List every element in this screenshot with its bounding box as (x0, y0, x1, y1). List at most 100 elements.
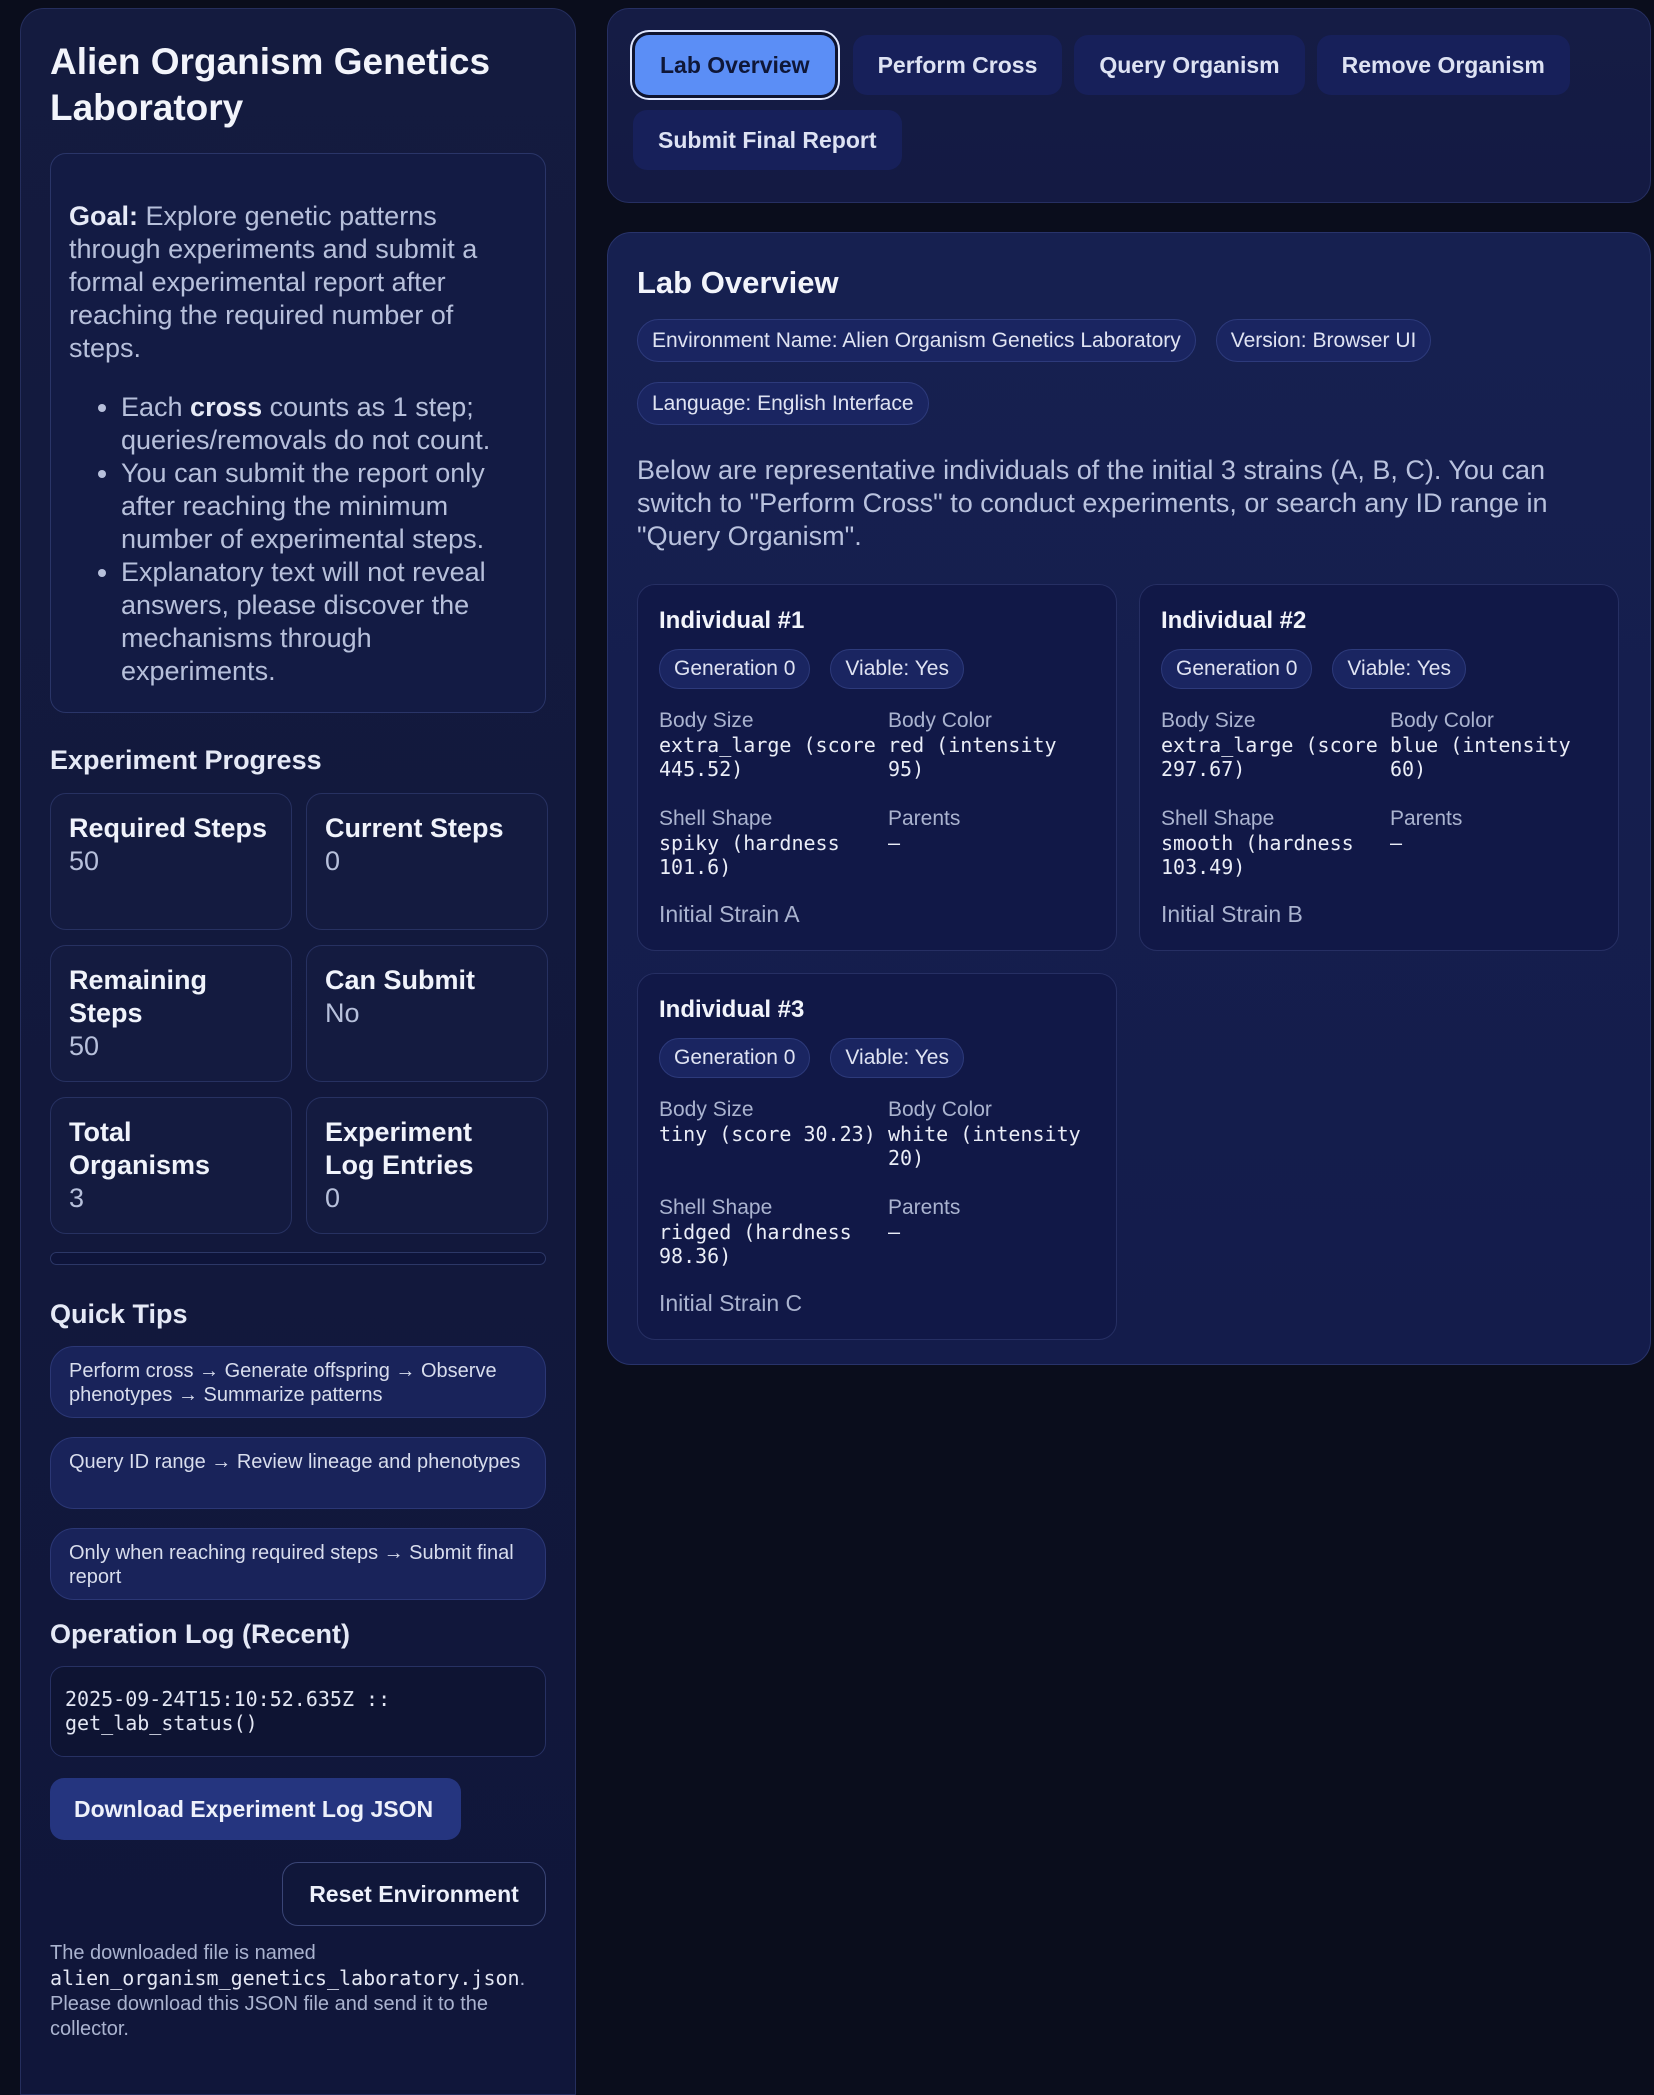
environment-name-chip: Environment Name: Alien Organism Genetic… (637, 319, 1196, 362)
attr-label: Body Size (1161, 709, 1256, 732)
goal-bullet-text: Each (121, 392, 191, 422)
attr-shell-shape: Shell Shape smooth (hardness 103.49) (1161, 807, 1390, 879)
lab-overview-panel: Lab Overview Environment Name: Alien Org… (607, 232, 1651, 1365)
individual-title: Individual #2 (1161, 607, 1307, 634)
stat-value: 50 (69, 846, 100, 876)
stat-current-steps: Current Steps 0 (306, 793, 548, 930)
attr-label: Parents (888, 807, 961, 830)
attr-parents: Parents — (1390, 807, 1600, 879)
attr-body-color: Body Color red (intensity 95) (888, 709, 1098, 781)
attr-body-size: Body Size tiny (score 30.23) (659, 1098, 888, 1170)
tips-title: Quick Tips (50, 1299, 188, 1329)
tab-remove-organism[interactable]: Remove Organism (1316, 35, 1570, 95)
strain-note: Initial Strain A (659, 901, 800, 927)
stat-value: No (325, 998, 360, 1028)
individual-title: Individual #1 (659, 607, 805, 634)
tips-list: Perform cross → Generate offspring → Obs… (50, 1346, 546, 1600)
goal-bullet-text: You can submit the report only after rea… (121, 458, 485, 554)
attr-body-color: Body Color white (intensity 20) (888, 1098, 1098, 1170)
oplog-title: Operation Log (Recent) (50, 1619, 351, 1649)
sidebar: Alien Organism Genetics Laboratory Goal:… (20, 8, 576, 2095)
environment-chips: Environment Name: Alien Organism Genetic… (637, 319, 1517, 425)
attr-value: — (888, 1220, 901, 1244)
footnote-filename: alien_organism_genetics_laboratory.json (50, 1966, 520, 1990)
tab-lab-overview[interactable]: Lab Overview (635, 35, 835, 95)
individual-card: Individual #3 Generation 0 Viable: Yes B… (637, 973, 1117, 1340)
tab-query-organism[interactable]: Query Organism (1074, 35, 1305, 95)
stat-required-steps: Required Steps 50 (50, 793, 292, 930)
attr-value: red (intensity 95) (888, 733, 1057, 781)
attr-value: extra_large (score 297.67) (1161, 733, 1378, 781)
goal-text: Goal: Explore genetic patterns through e… (69, 200, 527, 365)
attr-value: spiky (hardness 101.6) (659, 831, 840, 879)
individual-cards: Individual #1 Generation 0 Viable: Yes B… (637, 584, 1621, 1340)
goal-bullet: Explanatory text will not reveal answers… (121, 556, 527, 688)
attr-label: Parents (888, 1196, 961, 1219)
tip-item: Only when reaching required steps → Subm… (50, 1528, 546, 1600)
goal-bullet-emphasis: cross (190, 392, 263, 422)
stat-value: 3 (69, 1183, 85, 1213)
stat-remaining-steps: Remaining Steps 50 (50, 945, 292, 1082)
individual-badges: Generation 0 Viable: Yes (1161, 649, 1597, 689)
attr-label: Body Color (888, 1098, 992, 1121)
attr-value: — (888, 831, 901, 855)
stat-label: Experiment Log Entries (325, 1117, 474, 1180)
stat-label: Current Steps (325, 813, 504, 843)
stat-log-entries: Experiment Log Entries 0 (306, 1097, 548, 1234)
attr-value: white (intensity 20) (888, 1122, 1081, 1170)
tab-perform-cross[interactable]: Perform Cross (852, 35, 1063, 95)
attr-value: ridged (hardness 98.36) (659, 1220, 852, 1268)
attr-label: Shell Shape (1161, 807, 1275, 830)
tab-submit-final-report[interactable]: Submit Final Report (633, 110, 902, 170)
individual-card: Individual #1 Generation 0 Viable: Yes B… (637, 584, 1117, 951)
attr-shell-shape: Shell Shape spiky (hardness 101.6) (659, 807, 888, 879)
attr-label: Shell Shape (659, 807, 773, 830)
strain-note: Initial Strain B (1161, 901, 1303, 927)
viable-badge: Viable: Yes (1332, 649, 1466, 689)
attribute-grid: Body Size extra_large (score 445.52) Bod… (659, 709, 1095, 879)
attr-body-size: Body Size extra_large (score 297.67) (1161, 709, 1390, 781)
stat-total-organisms: Total Organisms 3 (50, 1097, 292, 1234)
tab-bar: Lab Overview Perform Cross Query Organis… (607, 8, 1651, 203)
progress-stats: Required Steps 50 Current Steps 0 Remain… (50, 793, 548, 1234)
attr-shell-shape: Shell Shape ridged (hardness 98.36) (659, 1196, 888, 1268)
stat-label: Remaining Steps (69, 965, 208, 1028)
language-chip: Language: English Interface (637, 382, 929, 425)
operation-log: 2025-09-24T15:10:52.635Z :: get_lab_stat… (50, 1666, 546, 1757)
tip-item: Query ID range → Review lineage and phen… (50, 1437, 546, 1509)
tip-item: Perform cross → Generate offspring → Obs… (50, 1346, 546, 1418)
attribute-grid: Body Size extra_large (score 297.67) Bod… (1161, 709, 1597, 879)
attr-value: blue (intensity 60) (1390, 733, 1571, 781)
tab-row: Lab Overview Perform Cross Query Organis… (633, 35, 1625, 95)
attr-body-size: Body Size extra_large (score 445.52) (659, 709, 888, 781)
individual-badges: Generation 0 Viable: Yes (659, 1038, 1095, 1078)
attribute-grid: Body Size tiny (score 30.23) Body Color … (659, 1098, 1095, 1268)
attr-label: Body Color (1390, 709, 1494, 732)
individual-card: Individual #2 Generation 0 Viable: Yes B… (1139, 584, 1619, 951)
stat-label: Can Submit (325, 965, 476, 995)
goal-bullet: You can submit the report only after rea… (121, 457, 527, 556)
attr-label: Shell Shape (659, 1196, 773, 1219)
progress-title: Experiment Progress (50, 745, 322, 775)
attr-body-color: Body Color blue (intensity 60) (1390, 709, 1600, 781)
stat-value: 0 (325, 1183, 341, 1213)
generation-badge: Generation 0 (1161, 649, 1313, 689)
stat-value: 0 (325, 846, 341, 876)
viable-badge: Viable: Yes (830, 649, 964, 689)
download-log-button[interactable]: Download Experiment Log JSON (50, 1778, 461, 1840)
strain-note: Initial Strain C (659, 1290, 803, 1316)
attr-value: tiny (score 30.23) (659, 1122, 876, 1146)
individual-badges: Generation 0 Viable: Yes (659, 649, 1095, 689)
log-entry: 2025-09-24T15:10:52.635Z :: get_lab_stat… (65, 1687, 391, 1735)
goal-bullet-text: Explanatory text will not reveal answers… (121, 557, 486, 686)
attr-label: Body Size (659, 1098, 754, 1121)
reset-environment-button[interactable]: Reset Environment (282, 1862, 546, 1926)
app-title: Alien Organism Genetics Laboratory (50, 41, 491, 128)
stat-can-submit: Can Submit No (306, 945, 548, 1082)
attr-value: smooth (hardness 103.49) (1161, 831, 1354, 879)
attr-value: extra_large (score 445.52) (659, 733, 876, 781)
tab-row: Submit Final Report (633, 110, 1625, 170)
attr-label: Body Color (888, 709, 992, 732)
footnote-text: The downloaded file is named (50, 1942, 316, 1964)
attr-label: Parents (1390, 807, 1463, 830)
